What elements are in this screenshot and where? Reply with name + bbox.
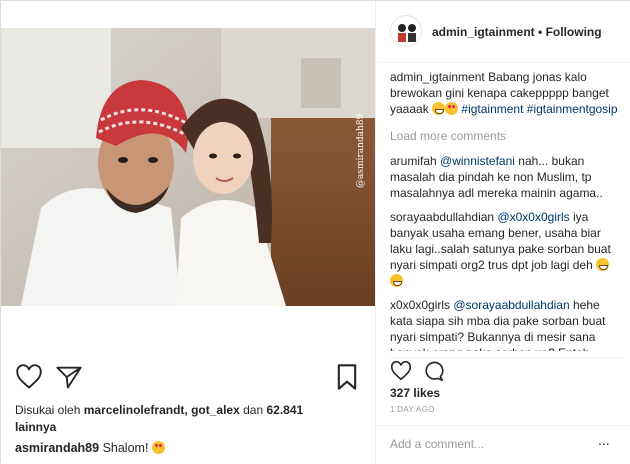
comments-list[interactable]: admin_igtainment Babang jonas kalo brewo… — [390, 69, 622, 351]
post-left-column: @asmirandah89 Disukai oleh marcelinolefr… — [1, 1, 375, 464]
heart-icon[interactable] — [15, 363, 43, 391]
heart-icon[interactable] — [390, 360, 412, 382]
photo-illustration: @asmirandah89 — [1, 28, 375, 306]
hashtag-link[interactable]: #igtainmentgosip — [527, 102, 618, 116]
add-comment-input[interactable] — [390, 437, 590, 451]
like-prefix: Disukai oleh — [15, 403, 81, 417]
instagram-post-modal: @asmirandah89 Disukai oleh marcelinolefr… — [0, 0, 630, 464]
owner-comment-username[interactable]: admin_igtainment — [390, 70, 485, 84]
load-more-comments-link[interactable]: Load more comments — [390, 129, 622, 143]
comment-username[interactable]: x0x0x0girls — [390, 298, 450, 312]
like-suffix[interactable]: lainnya — [15, 420, 56, 434]
comment-mention[interactable]: @x0x0x0girls — [497, 210, 569, 224]
header-user-line: admin_igtainment • Following — [432, 25, 602, 39]
grin-emoji-icon — [596, 258, 610, 271]
comment-mention[interactable]: @sorayaabdullahdian — [453, 298, 569, 312]
heart-eyes-emoji-icon — [445, 102, 459, 115]
bookmark-icon[interactable] — [333, 363, 361, 391]
share-icon[interactable] — [55, 363, 83, 391]
more-options-icon[interactable]: ... — [598, 432, 610, 448]
likes-count[interactable]: 327 likes — [390, 386, 440, 400]
post-caption: asmirandah89 Shalom! — [15, 439, 365, 457]
comment-item: arumifah @winnistefani nah... bukan masa… — [390, 153, 622, 201]
comment-mention[interactable]: @winnistefani — [440, 154, 515, 168]
heart-eyes-emoji-icon — [151, 441, 165, 454]
panel-action-bar — [390, 357, 622, 381]
comment-item: x0x0x0girls @sorayaabdullahdian hehe kat… — [390, 297, 622, 351]
hashtag-link[interactable]: #igtainment — [461, 102, 523, 116]
caption-username[interactable]: asmirandah89 — [15, 441, 99, 455]
likes-summary: Disukai oleh marcelinolefrandt, got_alex… — [15, 402, 365, 436]
header-separator: • — [538, 25, 543, 39]
like-count[interactable]: 62.841 — [266, 403, 303, 417]
comment-username[interactable]: arumifah — [390, 154, 437, 168]
post-photo[interactable]: @asmirandah89 — [1, 28, 375, 306]
comment-icon[interactable] — [422, 360, 444, 382]
post-header: admin_igtainment • Following — [376, 1, 630, 63]
following-button[interactable]: Following — [546, 25, 602, 39]
header-username[interactable]: admin_igtainment — [432, 25, 535, 39]
comment-item: sorayaabdullahdian @x0x0x0girls iya bany… — [390, 209, 622, 289]
comment-username[interactable]: sorayaabdullahdian — [390, 210, 494, 224]
post-timestamp: 1 DAY AGO — [390, 405, 435, 414]
comments-panel: admin_igtainment • Following admin_igtai… — [375, 1, 630, 464]
grin-emoji-icon — [432, 102, 446, 115]
photo-watermark: @asmirandah89 — [356, 113, 366, 188]
caption-text: Shalom! — [102, 441, 149, 455]
like-users[interactable]: marcelinolefrandt, got_alex — [84, 403, 240, 417]
add-comment-bar: ... — [376, 425, 630, 464]
grin-emoji-icon — [390, 274, 403, 287]
avatar[interactable] — [390, 15, 422, 47]
like-conj: dan — [243, 403, 264, 417]
post-action-bar — [15, 363, 365, 391]
owner-comment: admin_igtainment Babang jonas kalo brewo… — [390, 69, 622, 117]
